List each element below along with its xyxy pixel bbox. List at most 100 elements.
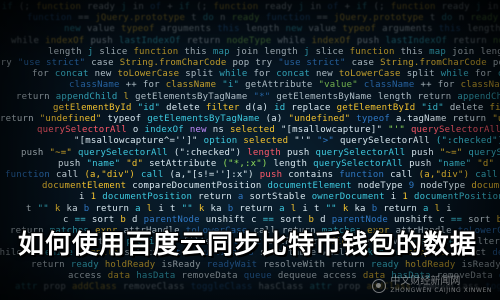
code-token: toLowerCase — [117, 69, 180, 80]
code-line: i 1 documentPosition return a sortStable owner… — [79, 192, 500, 202]
code-token: ">" — [317, 136, 334, 147]
watermark-text-zh: 中文财经新闻网 — [390, 276, 461, 287]
code-token: b — [371, 203, 378, 214]
code-line: function call (a,"div") call (a,"[s!='']:x")… — [5, 170, 500, 180]
code-token: getElementsByTagName — [147, 114, 260, 124]
code-line: querySelectorAll o indexOf new ns selected "[m… — [37, 125, 500, 135]
code-token: do — [202, 13, 214, 24]
code-token: "undefined" — [288, 114, 351, 124]
code-token: length — [247, 147, 282, 158]
code-token: attr — [309, 282, 332, 292]
code-token: j — [298, 2, 305, 12]
code-token: ownerDocument — [311, 192, 385, 203]
code-token: sortStable — [249, 192, 306, 203]
code-token: b — [83, 203, 90, 214]
code-token: querySelectorAll — [340, 136, 430, 147]
code-token: while — [219, 69, 248, 80]
code-token: id — [274, 102, 286, 113]
article-cover-image: +if(;functionreadyjinof+if(;functionread… — [0, 0, 500, 300]
code-token: length — [48, 46, 82, 57]
code-token: function — [339, 170, 385, 180]
code-line: return "undefined" typeof getElementsByTagN… — [0, 114, 500, 124]
code-token: join — [235, 46, 259, 57]
code-token: push — [411, 147, 434, 158]
code-token: 1 — [402, 192, 408, 203]
code-token: o — [132, 125, 139, 136]
code-token: setAttribute — [149, 158, 217, 169]
code-token: push — [287, 147, 310, 158]
code-token: compareDocumentPosition — [132, 181, 262, 192]
code-token: String.fromCharCode — [119, 58, 227, 68]
code-token: "[msallowcapture^='']" — [74, 136, 198, 147]
code-token: j — [303, 46, 310, 57]
code-line: push "name" "d" setAttribute ("*,:x") length q… — [58, 159, 500, 169]
code-token: push — [58, 158, 81, 169]
code-token: "value" — [318, 80, 358, 91]
code-token: slice — [99, 46, 128, 57]
code-token: ns — [212, 125, 224, 136]
code-token: == — [450, 214, 463, 225]
code-token: indexOf — [144, 125, 184, 136]
code-token: n — [458, 13, 465, 24]
code-token: "~=" — [49, 147, 72, 158]
code-token: length — [273, 158, 308, 169]
code-token: "[msallowcapture]" — [280, 125, 383, 136]
code-line: "[msallowcapture^='']" option selected "'" "… — [74, 136, 500, 146]
code-token: "'" — [294, 136, 312, 147]
code-token: delete — [166, 102, 200, 113]
code-token: c — [251, 214, 257, 225]
code-token: ka — [354, 203, 366, 214]
code-token: unshift — [393, 214, 434, 225]
code-line: getElementById "id" delete filter d(a) id repl… — [53, 103, 500, 113]
code-token: k — [342, 203, 349, 214]
watermark-text-en: ZHONGWEN CAIJING XINWEN — [390, 287, 492, 294]
code-token: new — [316, 69, 333, 80]
code-token: ("*,:x") — [222, 158, 268, 169]
code-token: l — [434, 203, 441, 214]
code-token: return — [0, 114, 34, 124]
code-token: d(a) — [245, 102, 269, 113]
code-token: try — [255, 58, 273, 68]
code-token: i — [390, 192, 397, 203]
code-token: documentElement — [471, 181, 500, 192]
code-token: className — [363, 80, 415, 91]
code-token: arguments — [382, 24, 433, 35]
code-token: length — [264, 46, 298, 57]
code-token: filter — [489, 102, 500, 113]
code-token: new — [94, 69, 112, 80]
code-line: documentElement compareDocumentPosition do… — [42, 181, 500, 191]
code-token: prop — [337, 282, 361, 292]
code-token: j — [87, 46, 94, 57]
code-token: ready — [87, 2, 116, 12]
code-token: "id" — [137, 102, 161, 113]
code-token: call — [390, 170, 413, 180]
site-watermark: 中文财经新闻网 ZHONGWEN CAIJING XINWEN — [372, 277, 492, 294]
code-token: String.fromCharCode — [380, 58, 487, 68]
code-token: querySelectorAll — [468, 147, 500, 158]
code-token: length — [377, 91, 412, 102]
code-token: i — [302, 203, 308, 214]
code-token: concat — [54, 69, 89, 80]
code-token: nodeType — [420, 181, 466, 192]
code-line: while indexOf push lastIndexOf return nodeTyp… — [11, 36, 500, 46]
code-token: function — [390, 2, 436, 12]
code-token: == — [316, 13, 328, 24]
code-token: toLowerCase — [338, 69, 401, 80]
code-token: "use strict" — [278, 58, 346, 68]
code-token: nodeType — [357, 181, 403, 192]
code-token: if — [356, 2, 368, 12]
code-line: push "~=" querySelectorAll (":checked") leng… — [21, 148, 500, 158]
code-token: push — [259, 170, 283, 180]
code-token: return — [417, 91, 452, 102]
code-token: function — [36, 2, 82, 12]
code-token: "*" — [253, 91, 271, 102]
code-token: parentNode — [143, 214, 200, 225]
code-token: typeof — [342, 24, 377, 35]
code-token: removeClass — [122, 282, 185, 292]
code-token: (":checked") — [173, 147, 242, 158]
code-line: c == sort b d parentNode unshift c == sort b d paren… — [63, 215, 500, 225]
code-token: (a,"[s!='']:x") — [169, 170, 254, 180]
code-token: function — [27, 13, 72, 24]
code-token: push — [409, 158, 432, 169]
code-token: c — [439, 214, 445, 225]
